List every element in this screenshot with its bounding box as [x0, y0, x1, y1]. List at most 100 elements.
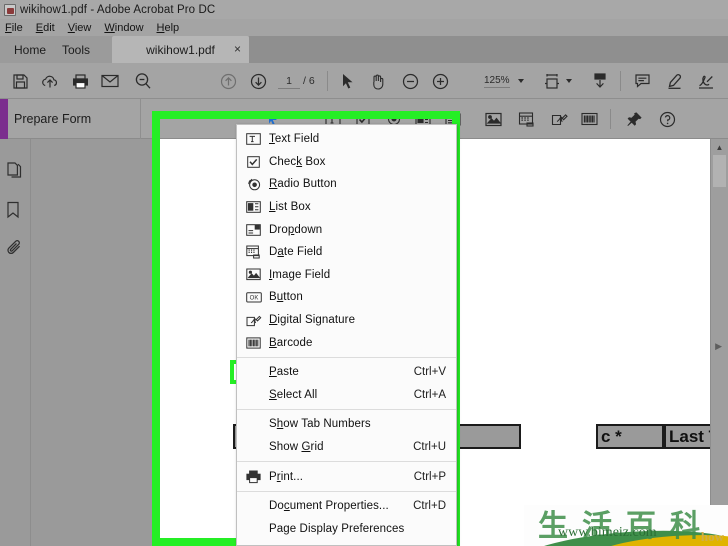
hand-tool-icon[interactable] — [368, 71, 388, 91]
prepare-form-accent-bar — [0, 99, 8, 139]
menu-separator — [237, 356, 456, 358]
menu-item-label: Digital Signature — [269, 314, 356, 327]
search-icon[interactable] — [133, 71, 153, 91]
menu-item-label: Dropdown — [269, 223, 323, 236]
menu-item-accel: Ctrl+A — [413, 388, 446, 401]
column-header-c: c * — [596, 424, 664, 449]
print-icon — [245, 469, 262, 484]
menu-item-text-field[interactable]: Text Field — [237, 128, 456, 151]
menu-item-label: Show Tab Numbers — [269, 418, 371, 431]
menu-item-page-display-preferences[interactable]: Page Display Preferences — [237, 518, 456, 541]
menu-item-accel: Ctrl+D — [413, 500, 446, 513]
menu-item-show-grid[interactable]: Show Grid Ctrl+U — [237, 436, 456, 459]
date-field-icon — [245, 245, 262, 260]
previous-page-icon[interactable] — [218, 71, 238, 91]
upload-cloud-icon[interactable] — [40, 71, 60, 91]
menu-item-digital-signature[interactable]: Digital Signature — [237, 309, 456, 332]
toolbar-separator-2 — [620, 71, 621, 91]
menu-item-radio-button[interactable]: Radio Button — [237, 173, 456, 196]
menu-item-list-box[interactable]: List Box — [237, 196, 456, 219]
scrollbar-thumb[interactable] — [713, 155, 726, 187]
menu-item-barcode[interactable]: Barcode — [237, 331, 456, 354]
toolbar-separator-1 — [327, 71, 328, 91]
menu-bar: File Edit View Window Help — [0, 19, 728, 36]
prepare-form-label: Prepare Form — [14, 112, 92, 126]
barcode-icon — [245, 335, 262, 350]
list-box-icon — [245, 200, 262, 215]
svg-text:OK: OK — [249, 296, 258, 302]
menu-help[interactable]: Help — [157, 22, 180, 34]
menu-item-label: Document Properties... — [269, 500, 389, 513]
menu-item-check-box[interactable]: Check Box — [237, 151, 456, 174]
menu-file[interactable]: File — [5, 22, 23, 34]
menu-item-button[interactable]: OK Button — [237, 286, 456, 309]
close-icon[interactable]: × — [234, 42, 241, 56]
print-icon[interactable] — [70, 71, 90, 91]
text-field-icon — [245, 132, 262, 147]
digital-signature-icon[interactable] — [548, 109, 570, 129]
barcode-icon[interactable] — [578, 109, 600, 129]
menu-item-image-field[interactable]: Image Field — [237, 264, 456, 287]
expand-panel-icon[interactable]: ▶ — [715, 341, 722, 352]
watermark-url: www.bimeiz.com — [558, 525, 657, 540]
menu-item-label: Button — [269, 291, 303, 304]
menu-item-print[interactable]: Print... Ctrl+P — [237, 465, 456, 488]
check-box-icon — [245, 154, 262, 169]
help-icon[interactable] — [656, 109, 678, 129]
save-icon[interactable] — [10, 71, 30, 91]
radio-button-icon — [245, 177, 262, 192]
scroll-up-icon[interactable]: ▲ — [711, 139, 728, 155]
tab-strip-filler — [249, 36, 728, 63]
menu-item-accel: Ctrl+V — [413, 366, 446, 379]
select-cursor-icon[interactable] — [338, 71, 358, 91]
zoom-level-label[interactable]: 125% — [484, 75, 510, 88]
tab-tools[interactable]: Tools — [52, 36, 100, 63]
menu-item-accel: Ctrl+U — [413, 441, 446, 454]
menu-item-label: Check Box — [269, 155, 326, 168]
next-page-icon[interactable] — [248, 71, 268, 91]
zoom-dropdown-icon[interactable] — [517, 71, 525, 91]
comment-icon[interactable] — [632, 71, 652, 91]
fit-page-icon[interactable] — [542, 71, 562, 91]
zoom-in-icon[interactable] — [430, 71, 450, 91]
email-icon[interactable] — [100, 71, 120, 91]
menu-view[interactable]: View — [68, 22, 92, 34]
highlight-icon[interactable] — [664, 71, 684, 91]
tab-document[interactable]: wikihow1.pdf × — [112, 36, 249, 63]
sign-icon[interactable] — [696, 71, 716, 91]
menu-item-select-all[interactable]: Select All Ctrl+A — [237, 384, 456, 407]
menu-item-paste[interactable]: Paste Ctrl+V — [237, 361, 456, 384]
fit-dropdown-icon[interactable] — [565, 71, 573, 91]
pin-icon[interactable] — [623, 109, 645, 129]
page-thumbnails-icon[interactable] — [6, 161, 24, 179]
window-title: wikihow1.pdf - Adobe Acrobat Pro DC — [20, 3, 216, 16]
tab-home[interactable]: Home — [4, 36, 56, 63]
column-header-last-transaction-date: Last Transaction Date — [664, 424, 710, 449]
menu-item-dropdown[interactable]: Dropdown — [237, 218, 456, 241]
watermark: 生活百科 www.bimeiz.com how — [524, 505, 728, 546]
menu-item-show-tab-numbers[interactable]: Show Tab Numbers — [237, 413, 456, 436]
menu-item-label: Text Field — [269, 133, 320, 146]
menu-edit[interactable]: Edit — [36, 22, 55, 34]
menu-window[interactable]: Window — [104, 22, 143, 34]
image-field-icon — [245, 267, 262, 282]
menu-item-date-field[interactable]: Date Field — [237, 241, 456, 264]
menu-item-document-properties[interactable]: Document Properties... Ctrl+D — [237, 495, 456, 518]
prepare-form-context-menu[interactable]: Text Field Check Box Radio Button List B… — [236, 124, 457, 546]
image-field-icon[interactable] — [482, 109, 504, 129]
prepare-form-divider — [140, 99, 141, 139]
attachments-icon[interactable] — [6, 239, 24, 257]
bookmarks-icon[interactable] — [6, 201, 24, 219]
main-toolbar: 1 / 6 125% — [0, 63, 728, 99]
pdf-icon — [4, 3, 16, 16]
page-number-input[interactable]: 1 — [278, 74, 300, 89]
zoom-out-icon[interactable] — [400, 71, 420, 91]
menu-item-label: Date Field — [269, 246, 323, 259]
menu-item-label: Image Field — [269, 268, 331, 281]
window-title-bar: wikihow1.pdf - Adobe Acrobat Pro DC — [0, 0, 728, 19]
button-icon: OK — [245, 290, 262, 305]
menu-item-label: Paste — [269, 366, 299, 379]
date-field-icon[interactable] — [515, 109, 537, 129]
scroll-mode-icon[interactable] — [590, 71, 610, 91]
menu-item-label: Barcode — [269, 336, 313, 349]
